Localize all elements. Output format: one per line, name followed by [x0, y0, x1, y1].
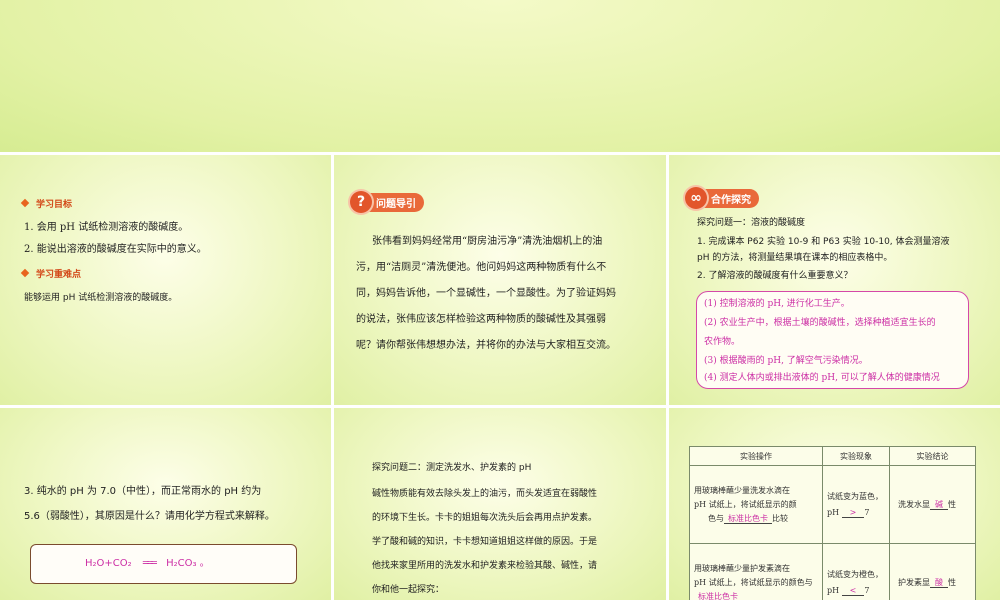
- table-row: 用玻璃棒蘸少量洗发水滴在 pH 试纸上，将试纸显示的颜 色与 标准比色卡 比较 试纸…: [689, 465, 976, 544]
- question-text: 5.6（弱酸性），其原因是什么？请用化学方程式来解释。: [24, 511, 275, 522]
- cell-text: 比较: [772, 513, 788, 523]
- equation: H₂O+CO₂ ═══ H₂CO₃ 。: [85, 553, 210, 574]
- answer-line: 农作物。: [704, 337, 741, 347]
- question-title: 探究问题一：溶液的酸碱度: [697, 218, 806, 228]
- cell-text: 用玻璃棒蘸少量洗发水滴在: [694, 485, 790, 495]
- cell-text: pH: [827, 507, 840, 517]
- fill-blank: 标准比色卡: [694, 591, 742, 600]
- cell-text: 护发素显: [898, 578, 930, 587]
- cell-text: 洗发水显: [898, 500, 930, 509]
- slide-learning-goals[interactable]: 学习目标 1. 会用 pH 试纸检测溶液的酸碱度。 2. 能说出溶液的酸碱度在实…: [0, 155, 331, 405]
- text-line: 碱性物质能有效去除头发上的油污，而头发适宜在弱酸性: [372, 489, 598, 499]
- text-line: 他找来家里所用的洗发水和护发素来检验其酸、碱性，请: [372, 561, 598, 571]
- column-header: 实验现象: [822, 446, 890, 466]
- fill-blank: 碱: [930, 500, 948, 510]
- answer-line: (4) 测定人体内或排出液体的 pH, 可以了解人体的健康情况: [704, 373, 940, 383]
- cell-text: pH 试纸上，将试纸显示的颜: [694, 499, 797, 509]
- equation-arrow: ═══: [142, 558, 157, 569]
- fill-blank: >: [841, 507, 865, 518]
- column-header: 实验操作: [689, 446, 823, 466]
- question-title: 探究问题二：测定洗发水、护发素的 pH: [372, 463, 532, 473]
- equation-box: H₂O+CO₂ ═══ H₂CO₃ 。: [30, 544, 297, 584]
- answer-box: (1) 控制溶液的 pH, 进行化工生产。 (2) 农业生产中，根据土壤的酸碱性…: [696, 291, 969, 389]
- badge-label: 问题导引: [366, 192, 424, 212]
- slide-problem-guide[interactable]: ? 问题导引 张伟看到妈妈经常用“厨房油污净”清洗油烟机上的油 污，用“洁厕灵”…: [334, 155, 666, 405]
- cell-text: 性: [948, 578, 956, 587]
- goal-item: 1. 会用 pH 试纸检测溶液的酸碱度。: [24, 222, 189, 233]
- cell-text: 性: [948, 500, 956, 509]
- cell-text: 试纸变为橙色，: [827, 569, 883, 579]
- conclusion-cell: 洗发水显碱性: [889, 465, 976, 544]
- cell-text: 色与: [708, 513, 724, 523]
- operation-cell: 用玻璃棒蘸少量洗发水滴在 pH 试纸上，将试纸显示的颜 色与 标准比色卡 比较: [689, 465, 823, 544]
- key-text: 能够运用 pH 试纸检测溶液的酸碱度。: [24, 293, 178, 303]
- table-row: 用玻璃棒蘸少量护发素滴在 pH 试纸上，将试纸显示的颜色与 标准比色卡 试纸变为…: [689, 543, 976, 600]
- story-line: 同，妈妈告诉他，一个显碱性，一个显酸性。为了验证妈妈: [356, 288, 616, 299]
- story-line: 污，用“洁厕灵”清洗便池。他问妈妈这两种物质有什么不: [356, 262, 607, 273]
- cell-text: pH 试纸上，将试纸显示的颜色与: [694, 577, 813, 587]
- cell-text: 7: [864, 507, 870, 517]
- question-text: 2. 了解溶液的酸碱度有什么重要意义？: [697, 271, 853, 281]
- answer-line: (2) 农业生产中，根据土壤的酸碱性，选择种植适宜生长的: [704, 318, 936, 328]
- story-line: 呢？请你帮张伟想想办法，并将你的办法与大家相互交流。: [356, 340, 616, 351]
- cooperation-icon: ∞: [685, 187, 707, 209]
- badge-label: 合作探究: [701, 188, 759, 208]
- story-line: 张伟看到妈妈经常用“厨房油污净”清洗油烟机上的油: [372, 236, 603, 247]
- question-text: pH 的方法，将测量结果填在课本的相应表格中。: [697, 253, 893, 263]
- slide-cooperation[interactable]: ∞ 合作探究 探究问题一：溶液的酸碱度 1. 完成课本 P62 实验 10-9 …: [669, 155, 1000, 405]
- operation-cell: 用玻璃棒蘸少量护发素滴在 pH 试纸上，将试纸显示的颜色与 标准比色卡: [689, 543, 823, 600]
- equation-product: H₂CO₃ 。: [166, 558, 210, 569]
- goal-heading: 学习目标: [20, 197, 72, 210]
- column-header: 实验结论: [889, 446, 976, 466]
- answer-line: (1) 控制溶液的 pH, 进行化工生产。: [704, 299, 850, 309]
- text-line: 的环境下生长。卡卡的姐姐每次洗头后会再用点护发素。: [372, 513, 598, 523]
- text-line: 你和他一起探究：: [372, 585, 445, 595]
- experiment-table: 实验操作 实验现象 实验结论 用玻璃棒蘸少量洗发水滴在 pH 试纸上，将试纸显示…: [689, 446, 976, 600]
- key-heading: 学习重难点: [20, 267, 81, 280]
- slide-experiment-table[interactable]: 实验操作 实验现象 实验结论 用玻璃棒蘸少量洗发水滴在 pH 试纸上，将试纸显示…: [669, 408, 1000, 600]
- conclusion-cell: 护发素显酸性: [889, 543, 976, 600]
- fill-blank: <: [841, 585, 865, 596]
- slide-shampoo-ph[interactable]: 探究问题二：测定洗发水、护发素的 pH 碱性物质能有效去除头发上的油污，而头发适…: [334, 408, 666, 600]
- phenomenon-cell: 试纸变为橙色， pH <7: [822, 543, 890, 600]
- story-line: 的说法，张伟应该怎样检验这两种物质的酸碱性及其强弱: [356, 314, 606, 325]
- question-icon: ?: [350, 191, 372, 213]
- cell-text: 试纸变为蓝色，: [827, 491, 883, 501]
- phenomenon-cell: 试纸变为蓝色， pH >7: [822, 465, 890, 544]
- cell-text: 7: [864, 585, 870, 595]
- question-text: 3. 纯水的 pH 为 7.0（中性），而正常雨水的 pH 约为: [24, 486, 262, 497]
- goal-item: 2. 能说出溶液的酸碱度在实际中的意义。: [24, 244, 207, 255]
- diamond-icon: [20, 268, 30, 278]
- table-header-row: 实验操作 实验现象 实验结论: [689, 446, 976, 466]
- diamond-icon: [20, 198, 30, 208]
- cell-text: pH: [827, 585, 840, 595]
- equation-reactants: H₂O+CO₂: [85, 558, 132, 569]
- slide-rainwater[interactable]: 3. 纯水的 pH 为 7.0（中性），而正常雨水的 pH 约为 5.6（弱酸性…: [0, 408, 331, 600]
- cooperation-badge: ∞ 合作探究: [685, 187, 759, 209]
- top-band: [0, 0, 1000, 152]
- problem-guide-badge: ? 问题导引: [350, 191, 424, 213]
- text-line: 学了酸和碱的知识，卡卡想知道姐姐这样做的原因。于是: [372, 537, 598, 547]
- cell-text: 用玻璃棒蘸少量护发素滴在: [694, 563, 790, 573]
- fill-blank: 酸: [930, 578, 948, 588]
- fill-blank: 标准比色卡: [724, 513, 772, 524]
